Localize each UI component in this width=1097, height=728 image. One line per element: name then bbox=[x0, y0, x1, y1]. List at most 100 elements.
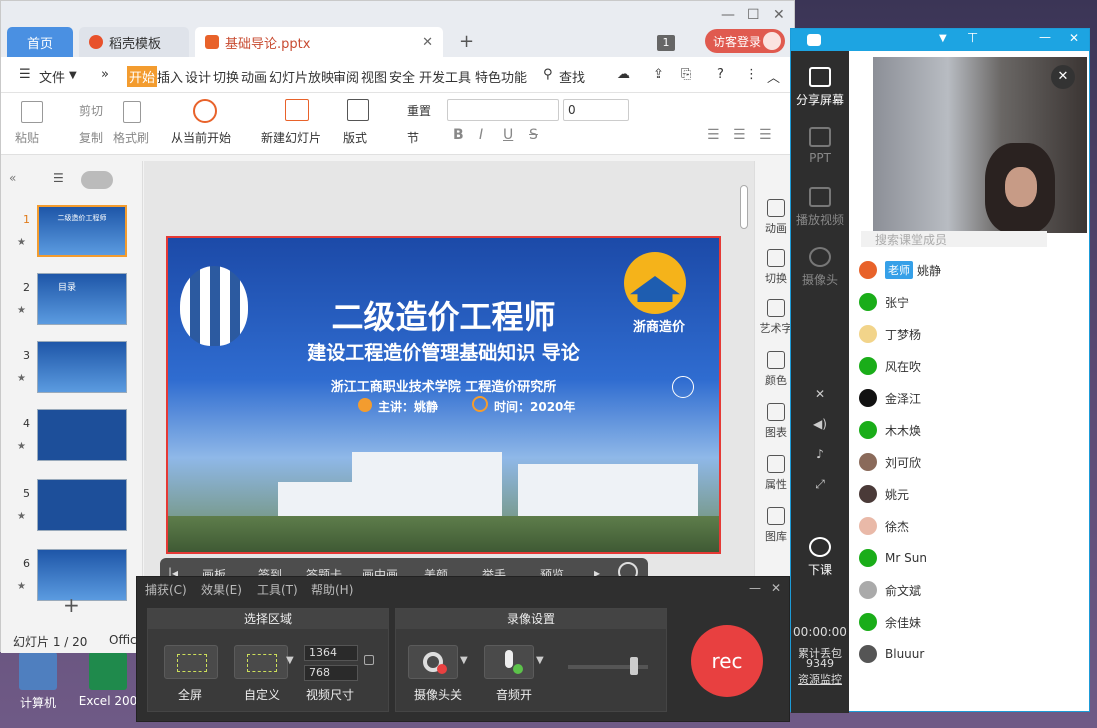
speaker-icon[interactable]: ◀) bbox=[791, 417, 849, 431]
vertical-scrollbar[interactable] bbox=[740, 185, 748, 229]
rec-minimize-icon[interactable]: — bbox=[749, 581, 761, 595]
collapse-icon[interactable]: ︿ bbox=[767, 67, 780, 86]
tab-home[interactable]: 首页 bbox=[7, 27, 73, 57]
slide-canvas[interactable]: 浙商造价 二级造价工程师 建设工程造价管理基础知识 导论 浙江工商职业技术学院 … bbox=[144, 161, 754, 623]
menu-features[interactable]: 特色功能 bbox=[475, 67, 527, 86]
align-left-icon[interactable]: ☰ bbox=[707, 127, 720, 143]
menu-review[interactable]: 审阅 bbox=[333, 67, 359, 86]
tab-count-badge[interactable]: 1 bbox=[657, 35, 675, 51]
menu-insert[interactable]: 插入 bbox=[157, 67, 183, 86]
member-item[interactable]: 老师 姚静 bbox=[859, 258, 1079, 282]
camera-dropdown-icon[interactable]: ▼ bbox=[460, 655, 468, 666]
fullscreen-icon[interactable]: ⤢ bbox=[791, 477, 849, 492]
font-size-select[interactable]: 0 bbox=[563, 99, 629, 121]
add-slide-button[interactable]: + bbox=[63, 593, 80, 617]
italic-icon[interactable]: I bbox=[479, 127, 483, 143]
audio-dropdown-icon[interactable]: ▼ bbox=[536, 655, 544, 666]
reset-button[interactable]: 重置 bbox=[407, 102, 431, 119]
menu-animation[interactable]: 动画 bbox=[241, 67, 267, 86]
volume-slider[interactable] bbox=[568, 657, 648, 675]
tab-close-icon[interactable]: ✕ bbox=[422, 35, 433, 50]
paste-icon[interactable] bbox=[21, 101, 43, 123]
audio-toggle-button[interactable] bbox=[484, 645, 534, 679]
new-slide-icon[interactable] bbox=[285, 99, 309, 121]
mic-mute-icon[interactable]: ✕ bbox=[791, 387, 849, 401]
new-tab-button[interactable]: + bbox=[459, 31, 474, 52]
end-class-button[interactable]: 下课 bbox=[791, 537, 849, 578]
more-icon[interactable]: ⋮ bbox=[745, 67, 758, 82]
menu-file[interactable]: 文件 bbox=[39, 67, 65, 86]
chevron-down-icon[interactable]: ▼ bbox=[69, 70, 77, 81]
resource-monitor[interactable]: 资源监控 bbox=[791, 671, 849, 687]
rec-menu-help[interactable]: 帮助(H) bbox=[311, 581, 353, 598]
search-icon[interactable]: ⚲ bbox=[543, 67, 553, 82]
menu-security[interactable]: 安全 bbox=[389, 67, 415, 86]
login-button[interactable]: 访客登录 bbox=[705, 29, 785, 53]
member-item[interactable]: 风在吹 bbox=[859, 354, 1079, 378]
thumbnail-view-icon[interactable] bbox=[81, 171, 113, 189]
slide[interactable]: 浙商造价 二级造价工程师 建设工程造价管理基础知识 导论 浙江工商职业技术学院 … bbox=[166, 236, 721, 554]
collapse-panel-icon[interactable]: « bbox=[9, 171, 16, 185]
font-family-select[interactable] bbox=[447, 99, 559, 121]
hamburger-icon[interactable]: ☰ bbox=[19, 67, 31, 82]
chevron-right-icon[interactable]: » bbox=[101, 67, 109, 82]
align-center-icon[interactable]: ☰ bbox=[733, 127, 746, 143]
close-icon[interactable]: ✕ bbox=[773, 7, 785, 23]
music-icon[interactable]: ♪ bbox=[791, 447, 849, 461]
tab-document[interactable]: 基础导论.pptx ✕ bbox=[195, 27, 443, 57]
desktop-icon-computer[interactable]: 计算机 bbox=[8, 652, 68, 711]
bold-icon[interactable]: B bbox=[453, 127, 464, 143]
camera-toggle-button[interactable] bbox=[408, 645, 458, 679]
custom-area-dropdown-icon[interactable]: ▼ bbox=[286, 655, 294, 666]
camera-button[interactable]: 摄像头 bbox=[791, 247, 849, 288]
copy-button[interactable]: 复制 bbox=[79, 129, 103, 146]
thumbnail-5[interactable]: 5 ★ bbox=[1, 479, 143, 539]
layout-icon[interactable] bbox=[347, 99, 369, 121]
volume-handle[interactable] bbox=[630, 657, 638, 675]
outline-view-icon[interactable]: ☰ bbox=[53, 171, 64, 185]
menu-design[interactable]: 设计 bbox=[185, 67, 211, 86]
member-item[interactable]: 木木焕 bbox=[859, 418, 1079, 442]
height-input[interactable]: 768 bbox=[304, 665, 358, 681]
play-icon[interactable] bbox=[193, 99, 217, 123]
record-button[interactable]: rec bbox=[691, 625, 763, 697]
rec-menu-capture[interactable]: 捕获(C) bbox=[145, 581, 187, 598]
rec-close-icon[interactable]: ✕ bbox=[771, 581, 781, 595]
format-painter-button[interactable]: 格式刷 bbox=[113, 129, 149, 146]
menu-home[interactable]: 开始 bbox=[127, 66, 158, 87]
close-video-icon[interactable]: ✕ bbox=[1051, 65, 1075, 89]
custom-area-button[interactable] bbox=[234, 645, 288, 679]
strikethrough-icon[interactable]: S bbox=[529, 127, 538, 143]
thumbnail-2[interactable]: 2 ★ 目录 bbox=[1, 273, 143, 333]
share-icon[interactable]: ⇪ bbox=[653, 67, 664, 82]
share-screen-button[interactable]: 分享屏幕 bbox=[791, 67, 849, 108]
menu-search[interactable]: 查找 bbox=[559, 67, 585, 86]
menu-devtools[interactable]: 开发工具 bbox=[419, 67, 471, 86]
member-search-input[interactable]: 搜索课堂成员 bbox=[861, 231, 1047, 247]
cut-button[interactable]: 剪切 bbox=[79, 102, 103, 119]
thumbnail-1[interactable]: 1 ★ 二级造价工程师 bbox=[1, 205, 143, 265]
member-item[interactable]: 丁梦杨 bbox=[859, 322, 1079, 346]
tab-templates[interactable]: 稻壳模板 bbox=[79, 27, 189, 57]
member-item[interactable]: Bluuur bbox=[859, 642, 1079, 666]
desktop-icon-excel[interactable]: Excel 200 bbox=[78, 652, 138, 708]
underline-icon[interactable]: U bbox=[503, 127, 513, 143]
menu-slideshow[interactable]: 幻灯片放映 bbox=[269, 67, 334, 86]
format-painter-icon[interactable] bbox=[123, 101, 141, 123]
maximize-icon[interactable]: ☐ bbox=[747, 7, 760, 23]
pin-icon[interactable]: ⊤ bbox=[967, 31, 978, 46]
minimize-icon[interactable]: — bbox=[1039, 30, 1051, 44]
member-item[interactable]: 余佳妹 bbox=[859, 610, 1079, 634]
width-input[interactable]: 1364 bbox=[304, 645, 358, 661]
menu-view[interactable]: 视图 bbox=[361, 67, 387, 86]
member-item[interactable]: 张宁 bbox=[859, 290, 1079, 314]
export-icon[interactable]: ⎘ bbox=[681, 67, 691, 82]
lock-icon[interactable] bbox=[364, 655, 374, 665]
paste-button[interactable]: 粘贴 bbox=[15, 129, 39, 146]
rec-menu-effects[interactable]: 效果(E) bbox=[201, 581, 242, 598]
member-item[interactable]: 徐杰 bbox=[859, 514, 1079, 538]
menu-transition[interactable]: 切换 bbox=[213, 67, 239, 86]
member-item[interactable]: 金泽江 bbox=[859, 386, 1079, 410]
align-right-icon[interactable]: ☰ bbox=[759, 127, 772, 143]
minimize-icon[interactable]: — bbox=[721, 7, 735, 23]
